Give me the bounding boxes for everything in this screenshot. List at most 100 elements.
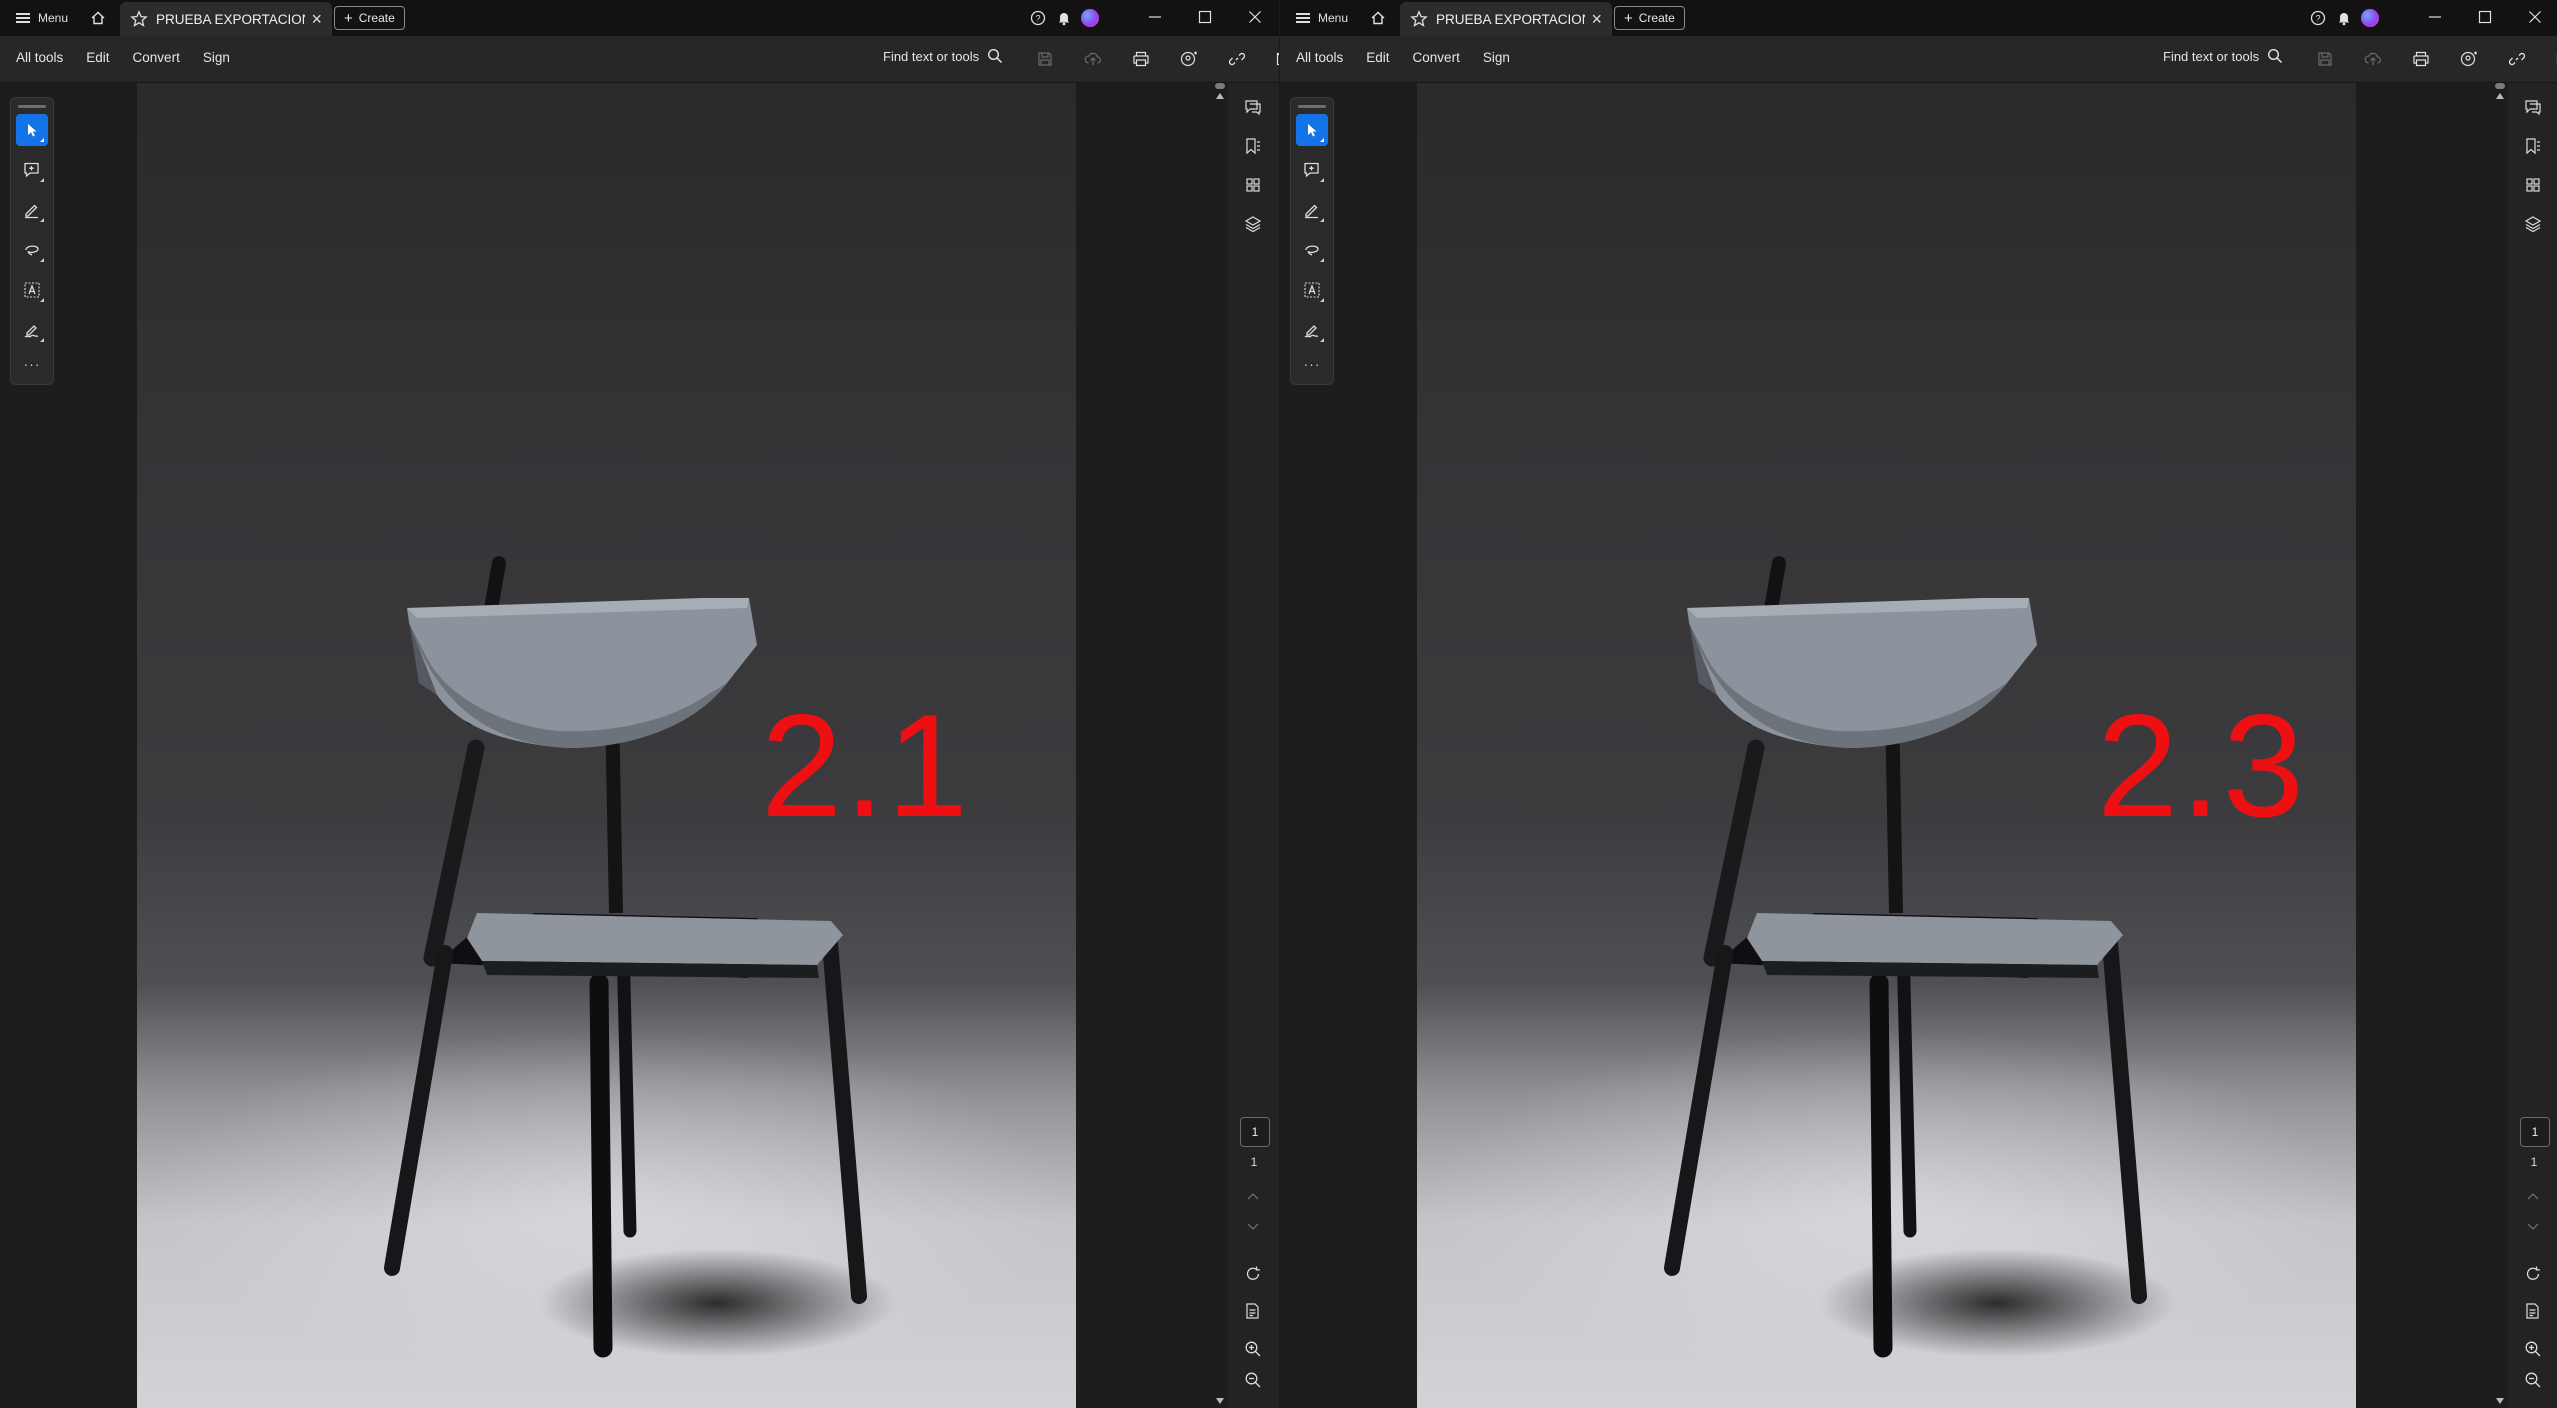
plus-icon: + bbox=[344, 9, 353, 27]
draw-tool[interactable] bbox=[16, 234, 48, 266]
document-tab[interactable]: PRUEBA EXPORTACION... × bbox=[120, 2, 332, 36]
scrollbar-thumb[interactable] bbox=[1215, 83, 1225, 89]
close-window-icon[interactable] bbox=[2510, 0, 2557, 34]
help-icon[interactable]: ? bbox=[2305, 7, 2331, 29]
scroll-down-icon[interactable] bbox=[2496, 1398, 2504, 1404]
minimize-icon[interactable] bbox=[2410, 0, 2460, 34]
page-extract-icon[interactable] bbox=[2520, 1298, 2546, 1324]
thumbnails-icon[interactable] bbox=[2520, 172, 2546, 198]
scroll-down-icon[interactable] bbox=[1216, 1398, 1224, 1404]
toolbar-grip[interactable] bbox=[1298, 105, 1326, 108]
draw-icon bbox=[1305, 245, 1319, 256]
menu-button[interactable]: Menu bbox=[8, 6, 76, 30]
nav-all-tools[interactable]: All tools bbox=[16, 50, 63, 65]
current-page-input[interactable]: 1 bbox=[2520, 1117, 2550, 1147]
nav-convert[interactable]: Convert bbox=[133, 50, 180, 65]
highlight-tool[interactable] bbox=[1296, 194, 1328, 226]
current-page-input[interactable]: 1 bbox=[1240, 1117, 1270, 1147]
bell-icon[interactable] bbox=[1051, 7, 1077, 29]
draw-tool[interactable] bbox=[1296, 234, 1328, 266]
rotate-icon[interactable] bbox=[2520, 1261, 2546, 1287]
close-tab-icon[interactable]: × bbox=[311, 10, 322, 28]
document-tab[interactable]: PRUEBA EXPORTACION... × bbox=[1400, 2, 1612, 36]
page-up-icon[interactable] bbox=[1240, 1183, 1266, 1209]
mail-icon[interactable] bbox=[2541, 46, 2557, 72]
nav-all-tools[interactable]: All tools bbox=[1296, 50, 1343, 65]
zoom-out-icon[interactable] bbox=[1240, 1367, 1266, 1393]
save-icon[interactable] bbox=[2301, 46, 2349, 72]
add-comment-tool[interactable] bbox=[16, 154, 48, 186]
nav-sign[interactable]: Sign bbox=[1483, 50, 1510, 65]
help-icon[interactable]: ? bbox=[1025, 7, 1051, 29]
zoom-in-icon[interactable] bbox=[1240, 1336, 1266, 1362]
print-icon[interactable] bbox=[2397, 46, 2445, 72]
highlight-tool[interactable] bbox=[16, 194, 48, 226]
upload-icon[interactable] bbox=[2349, 46, 2397, 72]
close-tab-icon[interactable]: × bbox=[1591, 10, 1602, 28]
link-icon[interactable] bbox=[1213, 46, 1261, 72]
nav-edit[interactable]: Edit bbox=[86, 50, 109, 65]
vertical-scrollbar[interactable] bbox=[2493, 83, 2507, 1408]
page-up-icon[interactable] bbox=[2520, 1183, 2546, 1209]
page-extract-icon[interactable] bbox=[1240, 1298, 1266, 1324]
zoom-in-icon[interactable] bbox=[2520, 1336, 2546, 1362]
add-comment-tool[interactable] bbox=[1296, 154, 1328, 186]
vertical-scrollbar[interactable] bbox=[1213, 83, 1227, 1408]
select-tool[interactable] bbox=[1296, 114, 1328, 146]
nav-edit[interactable]: Edit bbox=[1366, 50, 1389, 65]
bookmarks-icon[interactable] bbox=[1240, 133, 1266, 159]
fill-sign-tool[interactable] bbox=[16, 314, 48, 346]
menu-button[interactable]: Menu bbox=[1288, 6, 1356, 30]
scroll-up-icon[interactable] bbox=[1216, 93, 1224, 99]
layers-icon[interactable] bbox=[2520, 211, 2546, 237]
avatar[interactable] bbox=[1077, 7, 1103, 29]
mail-icon[interactable] bbox=[1261, 46, 1279, 72]
page-down-icon[interactable] bbox=[1240, 1214, 1266, 1240]
scrollbar-thumb[interactable] bbox=[2495, 83, 2505, 89]
menu-icon bbox=[1296, 13, 1310, 23]
find-text-or-tools[interactable]: Find text or tools bbox=[2163, 48, 2283, 64]
select-icon bbox=[1308, 124, 1317, 137]
find-text-or-tools[interactable]: Find text or tools bbox=[883, 48, 1003, 64]
fill-sign-tool[interactable] bbox=[1296, 314, 1328, 346]
comments-icon[interactable] bbox=[2520, 94, 2546, 120]
share-icon[interactable] bbox=[2445, 46, 2493, 72]
print-icon[interactable] bbox=[1117, 46, 1165, 72]
link-icon[interactable] bbox=[2493, 46, 2541, 72]
select-tool[interactable] bbox=[16, 114, 48, 146]
rotate-icon[interactable] bbox=[1240, 1261, 1266, 1287]
home-icon bbox=[91, 11, 105, 25]
draw-icon bbox=[25, 245, 39, 256]
save-icon[interactable] bbox=[1021, 46, 1069, 72]
star-icon[interactable] bbox=[130, 10, 148, 28]
text-select-tool[interactable] bbox=[16, 274, 48, 306]
home-button[interactable] bbox=[1364, 6, 1392, 30]
toolbar-grip[interactable] bbox=[18, 105, 46, 108]
create-button[interactable]: + Create bbox=[1614, 6, 1685, 30]
minimize-icon[interactable] bbox=[1130, 0, 1180, 34]
nav-convert[interactable]: Convert bbox=[1413, 50, 1460, 65]
upload-icon[interactable] bbox=[1069, 46, 1117, 72]
close-window-icon[interactable] bbox=[1230, 0, 1279, 34]
bell-icon[interactable] bbox=[2331, 7, 2357, 29]
page-down-icon[interactable] bbox=[2520, 1214, 2546, 1240]
maximize-icon[interactable] bbox=[1180, 0, 1230, 34]
right-side-panel: 1 1 bbox=[2508, 83, 2557, 1408]
thumbnails-icon[interactable] bbox=[1240, 172, 1266, 198]
star-icon[interactable] bbox=[1410, 10, 1428, 28]
home-button[interactable] bbox=[84, 6, 112, 30]
more-icon[interactable]: ··· bbox=[11, 356, 53, 372]
text-select-tool[interactable] bbox=[1296, 274, 1328, 306]
scroll-up-icon[interactable] bbox=[2496, 93, 2504, 99]
comments-icon[interactable] bbox=[1240, 94, 1266, 120]
more-icon[interactable]: ··· bbox=[1291, 356, 1333, 372]
avatar[interactable] bbox=[2357, 7, 2383, 29]
zoom-out-icon[interactable] bbox=[2520, 1367, 2546, 1393]
document-area: ··· 2.1 1 1 bbox=[0, 83, 1279, 1408]
maximize-icon[interactable] bbox=[2460, 0, 2510, 34]
create-button[interactable]: + Create bbox=[334, 6, 405, 30]
bookmarks-icon[interactable] bbox=[2520, 133, 2546, 159]
share-icon[interactable] bbox=[1165, 46, 1213, 72]
layers-icon[interactable] bbox=[1240, 211, 1266, 237]
nav-sign[interactable]: Sign bbox=[203, 50, 230, 65]
